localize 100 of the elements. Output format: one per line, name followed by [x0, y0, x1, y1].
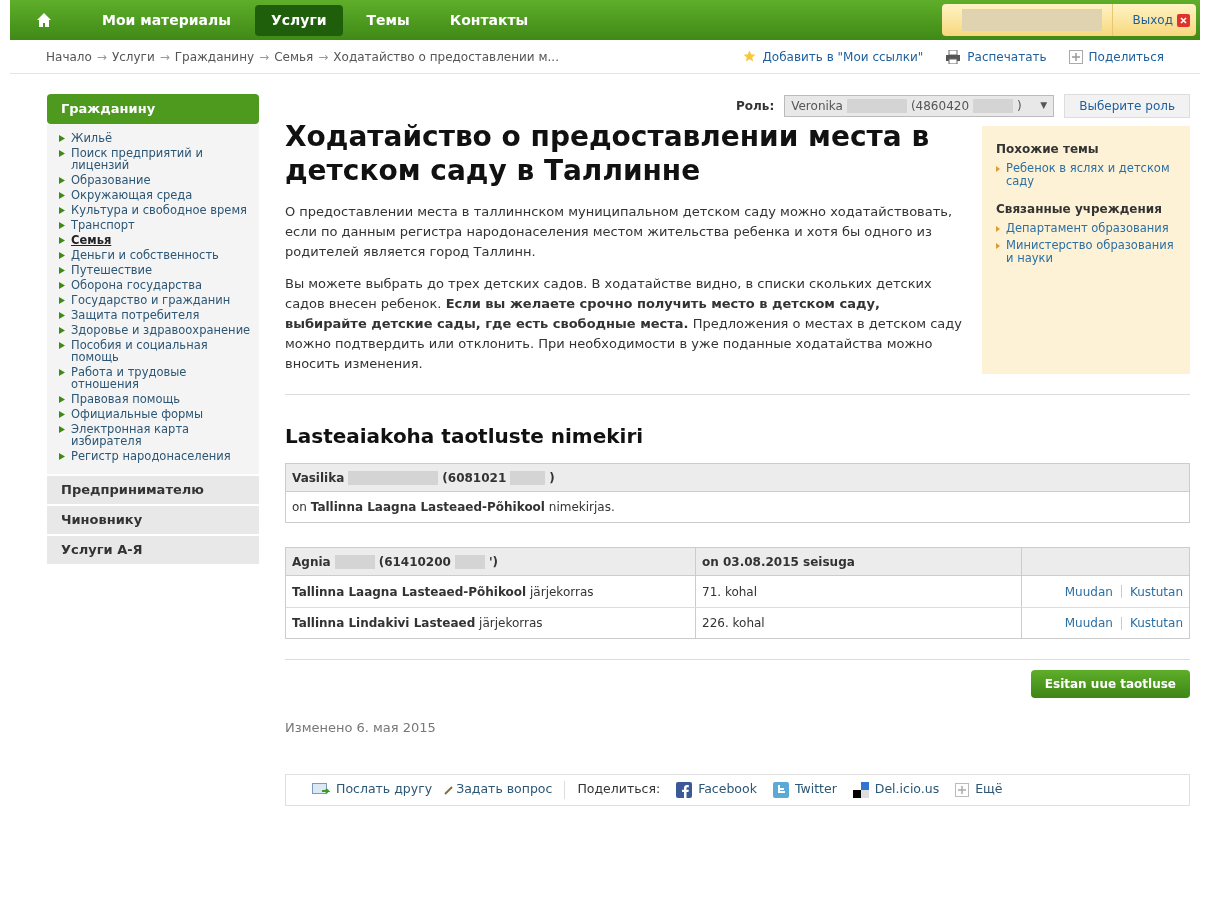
child-id: ): [549, 469, 555, 487]
share-label: Поделиться:: [577, 780, 661, 799]
sidebar-item[interactable]: Путешествие: [71, 264, 153, 276]
bullet-icon: [996, 166, 1000, 172]
envelope-icon: [312, 783, 330, 796]
sidebar-section[interactable]: Чиновнику: [47, 506, 259, 534]
redaction-bar: [334, 554, 375, 569]
intro-paragraph: О предоставлении места в таллиннском муниципальном детском саду можно ходатайствовать, если по данным регистра народонаселения местом жительства ребенка и хотя бы одного из родителей является город Таллинн.: [285, 203, 954, 261]
sidebar-item[interactable]: Защита потребителя: [71, 309, 200, 321]
sidebar-item[interactable]: Оборона государства: [71, 279, 203, 291]
share-link[interactable]: Del.icio.us: [852, 780, 940, 799]
breadcrumb-separator: →: [259, 48, 270, 66]
share-link[interactable]: Ещё: [955, 780, 1003, 799]
plus-icon: [1068, 49, 1083, 64]
sidebar-item[interactable]: Регистр народонаселения: [71, 450, 231, 462]
choose-role-button[interactable]: Выберите роль: [1064, 94, 1190, 118]
related-heading: Связанные учреждения: [996, 201, 1163, 218]
bullet-icon: [59, 297, 65, 304]
bullet-icon: [59, 150, 65, 157]
ask-question-link[interactable]: Задать вопрос: [456, 780, 553, 799]
edit-link[interactable]: Muudan: [1064, 614, 1113, 632]
share-link[interactable]: Twitter: [772, 780, 837, 799]
share-link[interactable]: Facebook: [676, 780, 757, 799]
printer-icon: [945, 49, 962, 64]
plus-icon: [955, 782, 970, 797]
sidebar-item[interactable]: Электронная карта избирателя: [71, 423, 257, 447]
breadcrumb-separator: →: [96, 48, 107, 66]
sidebar-item[interactable]: Жильё: [71, 132, 113, 144]
toolbar-link[interactable]: Добавить в "Мои ссылки": [743, 47, 924, 66]
sidebar-item[interactable]: Окружающая среда: [71, 189, 193, 201]
modified-date: Изменено 6. мая 2015: [285, 719, 437, 737]
sidebar-item[interactable]: Поиск предприятий и лицензий: [71, 147, 257, 171]
sidebar-item[interactable]: Транспорт: [71, 219, 135, 231]
twitter-icon: [772, 781, 789, 798]
sidebar-item[interactable]: Официальные формы: [71, 408, 204, 420]
bullet-icon: [59, 237, 65, 244]
sidebar-item[interactable]: Образование: [71, 174, 151, 186]
table-cell-text: 71. kohal: [702, 583, 758, 601]
child-id: (61410200: [378, 553, 451, 571]
bullet-icon: [59, 192, 65, 199]
sidebar-heading[interactable]: Гражданину: [47, 94, 259, 124]
breadcrumb-link[interactable]: Услуги: [111, 47, 155, 66]
role-select[interactable]: Veronika (4860420 ) ▼: [784, 95, 1055, 117]
related-link[interactable]: Министерство образования и науки: [1006, 239, 1176, 265]
breadcrumb-link[interactable]: Ходатайство о предоставлении м...: [333, 47, 559, 66]
bullet-icon: [59, 252, 65, 259]
breadcrumb-link[interactable]: Начало: [46, 47, 92, 66]
bullet-icon: [59, 282, 65, 289]
bullet-icon: [996, 226, 1000, 232]
nav-tab[interactable]: Услуги: [254, 4, 343, 36]
bullet-icon: [59, 327, 65, 334]
bullet-icon: [59, 312, 65, 319]
sidebar-item[interactable]: Работа и трудовые отношения: [71, 366, 257, 390]
child-name: Vasilika: [292, 469, 345, 487]
sidebar-item[interactable]: Правовая помощь: [71, 393, 181, 405]
info-paragraph: Вы можете выбрать до трех детских садов. В ходатайстве видно, в списки скольких детских садов внесен ребенок. Если вы желаете срочно получить место в детском саду, выбирайте детские сады, где есть свободные места. Предложения о местах в детском саду можно подтвердить или отклонить. При необходимости в уже поданные ходатайства можно вносить изменения.: [285, 275, 963, 373]
delete-link[interactable]: Kustutan: [1129, 614, 1183, 632]
sidebar-item[interactable]: Деньги и собственность: [71, 249, 219, 261]
bullet-icon: [59, 177, 65, 184]
new-application-button[interactable]: Esitan uue taotluse: [1030, 670, 1190, 698]
column-header: on 03.08.2015 seisuga: [696, 548, 1022, 575]
breadcrumb-link[interactable]: Гражданину: [174, 47, 255, 66]
sidebar-item[interactable]: Государство и гражданин: [71, 294, 231, 306]
sidebar-item[interactable]: Пособия и социальная помощь: [71, 339, 257, 363]
send-to-friend-link[interactable]: Послать другу: [336, 780, 433, 799]
related-heading: Похожие темы: [996, 141, 1100, 158]
page-title: Ходатайство о предоставлении места в детском саду в Таллинне: [285, 120, 931, 188]
toolbar-link[interactable]: Распечатать: [945, 47, 1047, 66]
bullet-icon: [59, 222, 65, 229]
child-id: (6081021: [442, 469, 507, 487]
bullet-icon: [59, 369, 65, 376]
bullet-icon: [59, 207, 65, 214]
star-icon: [743, 50, 757, 63]
home-icon[interactable]: [36, 12, 52, 28]
section-title: Lasteaiakoha taotluste nimekiri: [285, 423, 645, 450]
child-name: Agnia: [292, 553, 331, 571]
bullet-icon: [59, 426, 65, 433]
breadcrumb-link[interactable]: Семья: [274, 47, 314, 66]
toolbar-link[interactable]: Поделиться: [1068, 47, 1164, 66]
delicious-icon: [852, 781, 869, 798]
redaction-bar: [454, 554, 485, 569]
table-cell-text: Tallinna Laagna Lasteaed-Põhikool järjekorras: [292, 583, 594, 601]
bullet-icon: [996, 243, 1000, 249]
breadcrumb-separator: →: [318, 48, 329, 66]
sidebar-item[interactable]: Семья: [71, 234, 112, 246]
bullet-icon: [59, 453, 65, 460]
related-link[interactable]: Ребенок в яслях и детском саду: [1006, 162, 1176, 188]
edit-link[interactable]: Muudan: [1064, 582, 1113, 601]
delete-link[interactable]: Kustutan: [1129, 582, 1183, 601]
related-link[interactable]: Департамент образования: [1006, 222, 1169, 235]
bullet-icon: [59, 411, 65, 418]
pencil-icon: [444, 784, 455, 795]
bullet-icon: [59, 267, 65, 274]
dropdown-arrow-icon: ▼: [1040, 99, 1048, 113]
sidebar-item[interactable]: Здоровье и здравоохранение: [71, 324, 251, 336]
redaction-bar: [510, 470, 546, 485]
sidebar-section[interactable]: Услуги А-Я: [47, 536, 259, 564]
enrolled-text: on Tallinna Laagna Lasteaed-Põhikool nimekirjas.: [292, 499, 615, 516]
sidebar-item[interactable]: Культура и свободное время: [71, 204, 247, 216]
sidebar-section[interactable]: Предпринимателю: [47, 476, 259, 504]
